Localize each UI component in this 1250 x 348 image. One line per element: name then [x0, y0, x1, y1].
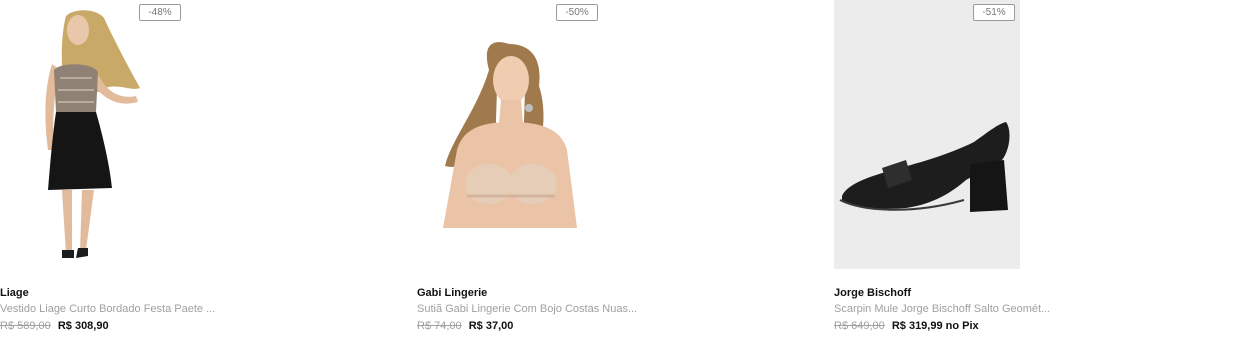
sale-price: R$ 37,00 [468, 320, 514, 332]
discount-badge: -50% [556, 4, 598, 21]
price-row: R$ 649,00 R$ 319,99 no Pix [834, 320, 979, 332]
old-price: R$ 74,00 [417, 320, 462, 332]
product-card[interactable]: -48% Liage Vestido Liage Curto Bordado F… [0, 0, 380, 348]
product-image[interactable] [417, 0, 603, 269]
product-description[interactable]: Scarpin Mule Jorge Bischoff Salto Geomét… [834, 303, 1050, 315]
price-row: R$ 74,00 R$ 37,00 [417, 320, 513, 332]
product-brand[interactable]: Gabi Lingerie [417, 287, 487, 299]
discount-badge: -48% [139, 4, 181, 21]
product-card[interactable]: -50% Gabi Lingerie Sutiã Gabi Lingerie C… [417, 0, 797, 348]
discount-badge: -51% [973, 4, 1015, 21]
sale-price: R$ 319,99 [891, 320, 943, 332]
product-image[interactable] [0, 0, 186, 269]
pix-label: no Pix [945, 320, 979, 332]
sale-price: R$ 308,90 [57, 320, 109, 332]
price-row: R$ 589,00 R$ 308,90 [0, 320, 109, 332]
product-brand[interactable]: Liage [0, 287, 29, 299]
product-brand[interactable]: Jorge Bischoff [834, 287, 911, 299]
product-card[interactable]: -51% Jorge Bischoff Scarpin Mule Jorge B… [834, 0, 1214, 348]
product-description[interactable]: Sutiã Gabi Lingerie Com Bojo Costas Nuas… [417, 303, 637, 315]
product-description[interactable]: Vestido Liage Curto Bordado Festa Paete … [0, 303, 215, 315]
old-price: R$ 589,00 [0, 320, 51, 332]
dress-model-image [0, 0, 186, 269]
product-image[interactable] [834, 0, 1020, 269]
shoe-image [834, 0, 1020, 269]
old-price: R$ 649,00 [834, 320, 885, 332]
bra-model-image [417, 0, 603, 269]
